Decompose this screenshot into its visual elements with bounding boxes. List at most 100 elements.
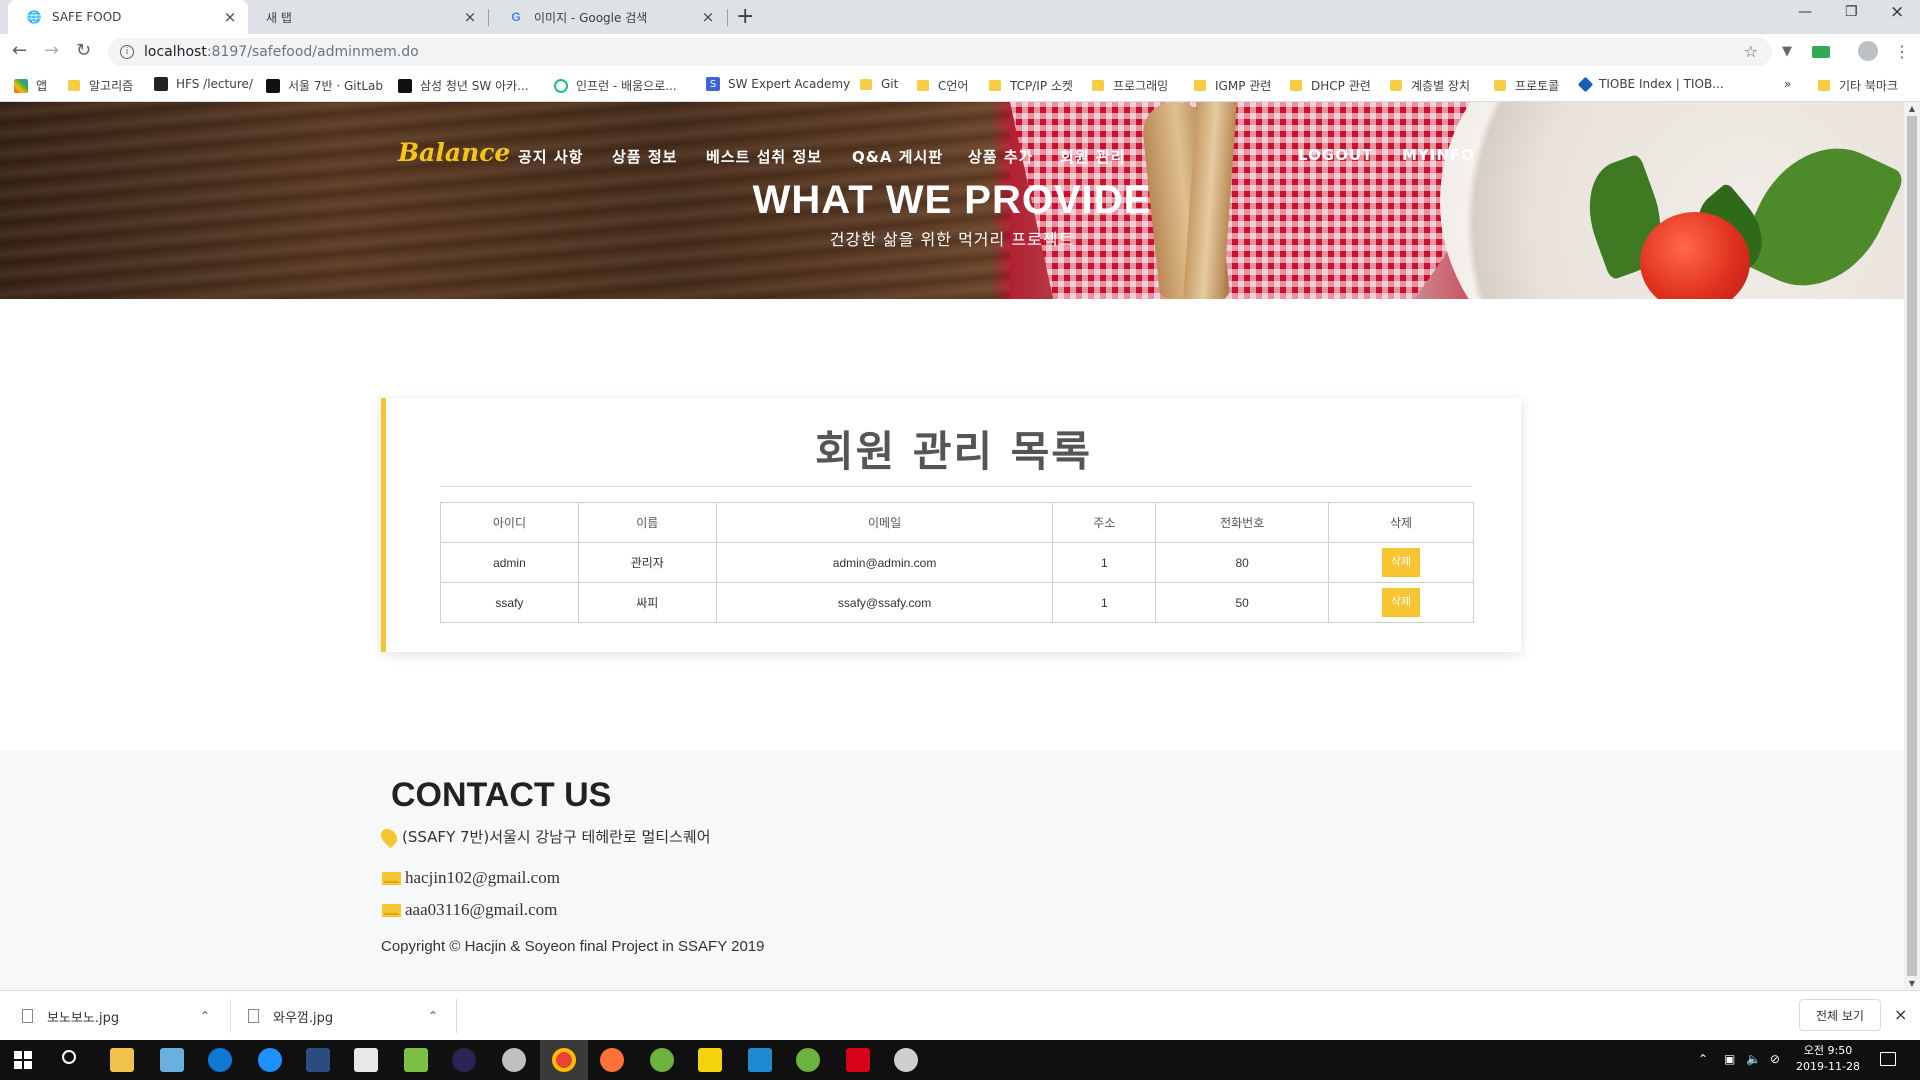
email-text[interactable]: aaa03116@gmail.com <box>405 900 557 920</box>
tab-new-tab[interactable]: 새 탭 × <box>248 0 488 34</box>
bookmark-item[interactable]: S SW Expert Academy <box>706 77 850 91</box>
contact-title: CONTACT US <box>391 776 612 814</box>
sticky-notes-icon[interactable] <box>698 1048 722 1072</box>
profile-avatar-icon[interactable] <box>1858 41 1878 61</box>
info-icon[interactable]: i <box>120 45 134 59</box>
tab-safe-food[interactable]: 🌐 SAFE FOOD × <box>8 0 248 34</box>
typora-icon[interactable] <box>354 1048 378 1072</box>
image-file-icon <box>248 1009 259 1023</box>
acrobat-icon[interactable] <box>846 1048 870 1072</box>
swea-icon: S <box>706 77 720 91</box>
chrome-icon[interactable] <box>552 1048 576 1072</box>
network-icon[interactable]: ▣ <box>1724 1052 1735 1066</box>
email-row: aaa03116@gmail.com <box>382 900 557 920</box>
kebab-menu-icon[interactable]: ⋮ <box>1894 42 1910 61</box>
bookmark-item[interactable]: HFS /lecture/ <box>154 77 253 91</box>
close-icon[interactable]: × <box>700 8 716 26</box>
notepad-icon[interactable] <box>160 1048 184 1072</box>
forward-arrow-icon[interactable]: → <box>44 40 59 61</box>
paint-icon[interactable] <box>502 1048 526 1072</box>
tray-expand-icon[interactable]: ⌃ <box>1698 1052 1708 1066</box>
folder-icon <box>989 80 1001 91</box>
bookmark-item[interactable]: DHCP 관련 <box>1290 77 1371 94</box>
edge-icon[interactable] <box>208 1048 232 1072</box>
close-icon[interactable]: × <box>462 8 478 26</box>
download-item[interactable]: 보노보노.jpg ⌃ <box>22 991 212 1041</box>
page-scrollbar[interactable]: ▲ ▼ <box>1904 102 1920 990</box>
bookmark-item[interactable]: C언어 <box>917 77 968 94</box>
vscode-icon[interactable] <box>748 1048 772 1072</box>
bookmark-item[interactable]: 삼성 청년 SW 아카... <box>398 77 529 94</box>
close-window-icon[interactable]: × <box>1890 2 1904 22</box>
nav-member-admin[interactable]: 회원 관리 <box>1060 146 1125 167</box>
firefox-icon[interactable] <box>600 1048 624 1072</box>
restore-icon[interactable]: ❐ <box>1845 4 1858 20</box>
email-row: hacjin102@gmail.com <box>382 868 560 888</box>
clock-time: 오전 9:50 <box>1803 1044 1853 1057</box>
bookmark-item[interactable]: 인프런 - 배움으로... <box>554 77 677 94</box>
nav-notice[interactable]: 공지 사항 <box>518 146 583 167</box>
scrollbar-thumb[interactable] <box>1907 116 1917 976</box>
scroll-up-icon[interactable]: ▲ <box>1904 104 1920 113</box>
bookmark-item[interactable]: 프로그래밍 <box>1092 77 1168 94</box>
nav-best-intake[interactable]: 베스트 섭취 정보 <box>706 146 822 167</box>
scroll-down-icon[interactable]: ▼ <box>1904 979 1920 988</box>
close-icon[interactable]: × <box>222 8 238 26</box>
notification-icon[interactable] <box>1880 1052 1896 1066</box>
eclipse-icon[interactable] <box>452 1048 476 1072</box>
download-item[interactable]: 와우껌.jpg ⌃ <box>248 991 438 1041</box>
extension-filter-icon[interactable]: ▼ <box>1782 44 1792 59</box>
chevron-up-icon[interactable]: ⌃ <box>200 1009 210 1023</box>
tool-app-icon[interactable] <box>894 1048 918 1072</box>
spring-tool-icon[interactable] <box>650 1048 674 1072</box>
nav-add-product[interactable]: 상품 추가 <box>968 146 1033 167</box>
minimize-icon[interactable]: — <box>1798 4 1812 20</box>
show-all-button[interactable]: 전체 보기 <box>1799 999 1881 1031</box>
tab-google-images[interactable]: G 이미지 - Google 검색 × <box>490 0 726 34</box>
new-tab-button[interactable]: + <box>736 4 754 29</box>
address-bar[interactable]: i localhost:8197/safefood/adminmem.do ☆ <box>108 38 1772 66</box>
volume-icon[interactable]: 🔈 <box>1746 1052 1761 1066</box>
bookmark-item[interactable]: 계층별 장치 <box>1390 77 1470 94</box>
bookmark-item[interactable]: Git <box>860 77 898 91</box>
search-icon[interactable] <box>62 1050 76 1064</box>
delete-button[interactable]: 삭제 <box>1382 588 1421 617</box>
email-text[interactable]: hacjin102@gmail.com <box>405 868 560 888</box>
clock-date: 2019-11-28 <box>1796 1060 1860 1073</box>
nav-logout[interactable]: LOGOUT <box>1298 146 1373 164</box>
bookmark-apps[interactable]: 앱 <box>14 77 47 94</box>
nav-myinfo[interactable]: MYINFO <box>1402 146 1475 164</box>
file-explorer-icon[interactable] <box>110 1048 134 1072</box>
cell-delete: 삭제 <box>1328 542 1474 583</box>
copyright: Copyright © Hacjin & Soyeon final Projec… <box>381 938 765 955</box>
bookmarks-overflow-icon[interactable]: » <box>1784 77 1791 91</box>
chevron-up-icon[interactable]: ⌃ <box>428 1009 438 1023</box>
close-icon[interactable]: × <box>1894 1005 1907 1024</box>
system-clock[interactable]: 오전 9:50 2019-11-28 <box>1794 1043 1862 1075</box>
bookmark-item[interactable]: TCP/IP 소켓 <box>989 77 1073 94</box>
extension-icon[interactable] <box>1812 46 1830 58</box>
spring-tool-icon[interactable] <box>796 1048 820 1072</box>
folder-icon <box>68 80 80 91</box>
bookmark-item[interactable]: 서울 7반 · GitLab <box>266 77 383 94</box>
notepad-plus-icon[interactable] <box>404 1048 428 1072</box>
internet-explorer-icon[interactable] <box>258 1048 282 1072</box>
bookmark-item[interactable]: IGMP 관련 <box>1194 77 1271 94</box>
status-icon[interactable]: ⊘ <box>1770 1052 1780 1066</box>
nav-product-info[interactable]: 상품 정보 <box>612 146 677 167</box>
back-arrow-icon[interactable]: ← <box>12 40 27 61</box>
address-text: (SSAFY 7반)서울시 강남구 테헤란로 멀티스퀘어 <box>402 828 711 846</box>
bookmark-item[interactable]: 알고리즘 <box>68 77 133 94</box>
bookmark-other[interactable]: 기타 북마크 <box>1818 77 1898 94</box>
cell-delete: 삭제 <box>1328 582 1474 623</box>
nav-qna[interactable]: Q&A 게시판 <box>852 146 943 167</box>
brand-logo[interactable]: Balance <box>398 138 510 167</box>
delete-button[interactable]: 삭제 <box>1382 548 1421 577</box>
bookmark-item[interactable]: TIOBE Index | TIOB... <box>1577 76 1724 92</box>
windows-start-icon[interactable] <box>14 1051 32 1069</box>
reload-icon[interactable]: ↻ <box>76 40 91 61</box>
terminal-app-icon[interactable] <box>306 1048 330 1072</box>
bookmark-star-icon[interactable]: ☆ <box>1744 42 1758 61</box>
bookmark-label: 삼성 청년 SW 아카... <box>420 79 529 93</box>
bookmark-item[interactable]: 프로토콜 <box>1494 77 1559 94</box>
